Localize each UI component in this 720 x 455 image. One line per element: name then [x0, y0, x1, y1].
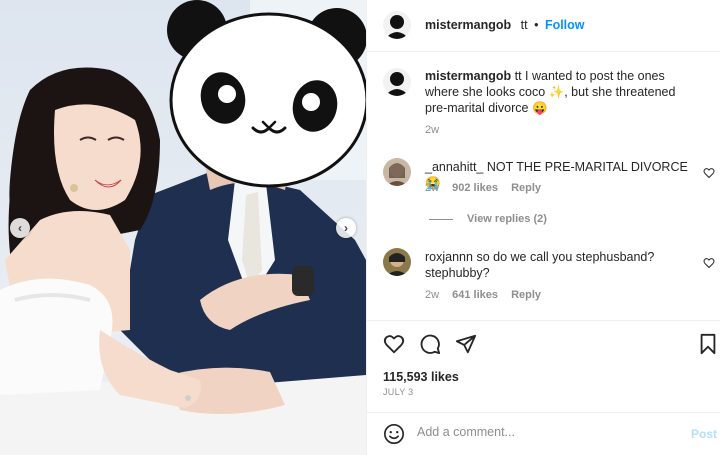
- post-photo[interactable]: ‹ ›: [0, 0, 366, 455]
- commenter-avatar[interactable]: [383, 248, 411, 276]
- header-line: mistermangob tt • Follow: [425, 18, 585, 32]
- emoji-icon[interactable]: [383, 423, 405, 445]
- commenter-avatar[interactable]: [383, 158, 411, 186]
- like-comment-heart-icon[interactable]: [703, 167, 715, 179]
- comment-input[interactable]: [417, 425, 667, 439]
- header-suffix: tt: [520, 18, 528, 32]
- post-sidebar: mistermangob tt • Follow mistermangob tt…: [366, 0, 720, 455]
- post-likes-count[interactable]: 115,593 likes: [383, 370, 459, 384]
- comment-likes[interactable]: 902 likes: [452, 182, 498, 194]
- caption-username[interactable]: mistermangob: [425, 69, 511, 83]
- post-header: mistermangob tt • Follow: [367, 0, 720, 52]
- comment-likes[interactable]: 641 likes: [452, 289, 498, 301]
- reply-button[interactable]: Reply: [511, 289, 541, 301]
- caption-avatar[interactable]: [383, 68, 411, 96]
- action-bar: [367, 320, 720, 360]
- comment-composer: Post: [367, 412, 720, 455]
- heart-icon[interactable]: [383, 333, 405, 355]
- carousel-prev-button[interactable]: ‹: [10, 218, 30, 238]
- carousel-next-button[interactable]: ›: [336, 218, 356, 238]
- like-comment-heart-icon[interactable]: [703, 257, 715, 269]
- view-replies-label: View replies (2): [467, 213, 547, 225]
- commenter-username[interactable]: _annahitt_: [425, 160, 483, 174]
- view-replies-button[interactable]: View replies (2): [429, 213, 547, 225]
- bookmark-icon[interactable]: [697, 333, 719, 355]
- comment-text: roxjannn so do we call you stephusband? …: [425, 249, 695, 281]
- replies-divider: [429, 218, 453, 220]
- reply-button[interactable]: Reply: [511, 182, 541, 194]
- panda-face-sticker: [167, 0, 366, 188]
- share-icon[interactable]: [455, 333, 477, 355]
- author-avatar[interactable]: [383, 11, 411, 39]
- commenter-username[interactable]: roxjannn: [425, 250, 473, 264]
- comment-time: 2w: [425, 289, 440, 301]
- follow-button[interactable]: Follow: [545, 18, 585, 32]
- separator-dot: •: [534, 18, 539, 32]
- post-date: JULY 3: [383, 387, 414, 397]
- caption-text: mistermangob tt I wanted to post the one…: [425, 68, 685, 116]
- comment-icon[interactable]: [419, 333, 441, 355]
- caption-time: 2w: [425, 124, 440, 136]
- author-username[interactable]: mistermangob: [425, 18, 511, 32]
- comment-time: 2w: [425, 182, 440, 194]
- post-comment-button[interactable]: Post: [691, 427, 717, 441]
